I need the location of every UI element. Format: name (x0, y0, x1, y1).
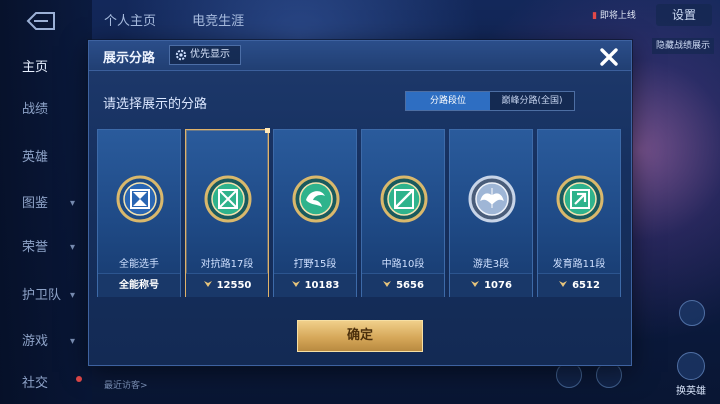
nav-item-guard[interactable]: 护卫队 ▾ (0, 284, 92, 308)
gear-icon (175, 49, 187, 61)
chevron-down-icon: ▾ (70, 198, 76, 209)
badge-label: 即将上线 (599, 11, 636, 21)
hide-record-toggle[interactable]: 隐藏战绩展示 (652, 38, 714, 54)
bottom-controls (556, 362, 636, 392)
chevron-down-icon: ▾ (70, 336, 76, 347)
nav-item-label: 荣誉 (22, 240, 49, 255)
points-icon (203, 281, 212, 287)
nav-item-label: 护卫队 (22, 288, 62, 303)
lane-card-footer: 全能称号 (98, 273, 180, 297)
tab-profile[interactable]: 个人主页 (104, 14, 156, 29)
segment-peak-lane[interactable]: 巅峰分路(全国) (490, 92, 574, 110)
side-action-icon (679, 300, 705, 326)
chevron-down-icon: ▾ (70, 290, 76, 301)
lane-card-name: 对抗路17段 (200, 259, 254, 270)
confirm-button[interactable]: 确定 (297, 320, 423, 352)
points-icon (383, 281, 392, 287)
nav-item-game[interactable]: 游戏 ▾ (0, 330, 92, 354)
mid-lane-emblem-icon (380, 175, 428, 223)
select-lane-prompt: 请选择展示的分路 (103, 97, 208, 112)
priority-display-button[interactable]: 优先显示 (169, 45, 241, 65)
close-icon[interactable] (595, 43, 623, 71)
switch-hero-button[interactable]: 换英雄 (668, 352, 714, 397)
dialog-title: 展示分路 (103, 51, 156, 66)
notification-dot (76, 376, 82, 382)
nav-item-label: 图鉴 (22, 196, 49, 211)
switch-hero-label: 换英雄 (676, 386, 706, 397)
back-arrow-icon[interactable] (20, 10, 60, 32)
lane-card-points: 6512 (572, 280, 600, 291)
dialog-header: 展示分路 优先显示 (89, 41, 631, 71)
points-icon (291, 281, 300, 287)
side-nav: 主页 战绩 英雄 图鉴 ▾ 荣誉 ▾ 护卫队 ▾ 游戏 ▾ 社交 (0, 0, 92, 404)
lane-card-footer: 6512 (538, 273, 620, 297)
side-action[interactable] (678, 300, 706, 336)
nav-item-label: 主页 (22, 60, 49, 75)
lane-card-name: 中路10段 (381, 259, 425, 270)
upcoming-badge: ▮ 即将上线 (592, 11, 636, 21)
lane-card-farm[interactable]: 发育路11段 6512 (537, 129, 621, 297)
lane-card-allround[interactable]: 全能选手 全能称号 (97, 129, 181, 297)
nav-item-atlas[interactable]: 图鉴 ▾ (0, 192, 92, 216)
lane-card-title: 全能称号 (119, 280, 159, 291)
lane-card-clash[interactable]: 对抗路17段 12550 (185, 128, 270, 297)
nav-item-home[interactable]: 主页 (0, 56, 92, 80)
priority-display-label: 优先显示 (190, 49, 230, 60)
top-tabs: 个人主页 电竞生涯 (104, 10, 276, 29)
lane-card-name: 发育路11段 (552, 259, 606, 270)
nav-item-label: 战绩 (22, 102, 49, 117)
points-icon (471, 281, 480, 287)
farm-lane-emblem-icon (556, 175, 604, 223)
nav-item-social[interactable]: 社交 (0, 372, 92, 396)
lane-card-points: 1076 (484, 280, 512, 291)
lane-card-name: 全能选手 (119, 259, 159, 270)
lane-card-roam[interactable]: 游走3段 1076 (449, 129, 533, 297)
points-icon (559, 281, 568, 287)
recent-visitors-link[interactable]: 最近访客> (104, 378, 148, 391)
segment-control: 分路段位 巅峰分路(全国) (405, 91, 575, 111)
nav-item-hero[interactable]: 英雄 (0, 146, 92, 170)
tab-esports[interactable]: 电竞生涯 (192, 14, 244, 29)
lane-card-points: 5656 (396, 280, 424, 291)
nav-item-label: 游戏 (22, 334, 49, 349)
lane-card-footer: 12550 (186, 273, 268, 297)
lane-card-footer: 10183 (274, 273, 356, 297)
lane-card-jungle[interactable]: 打野15段 10183 (273, 129, 357, 297)
settings-button[interactable]: 设置 (656, 4, 712, 26)
nav-item-honor[interactable]: 荣誉 ▾ (0, 236, 92, 260)
roam-emblem-icon (468, 175, 516, 223)
nav-item-label: 英雄 (22, 150, 49, 165)
nav-item-label: 社交 (22, 376, 49, 391)
lane-card-name: 游走3段 (472, 259, 510, 270)
lane-card-mid[interactable]: 中路10段 5656 (361, 129, 445, 297)
segment-lane-rank[interactable]: 分路段位 (406, 92, 490, 110)
chevron-down-icon: ▾ (70, 242, 76, 253)
lane-card-footer: 1076 (450, 273, 532, 297)
lane-card-footer: 5656 (362, 273, 444, 297)
switch-hero-icon (677, 352, 705, 380)
selected-corner-marker (265, 128, 270, 133)
clash-lane-emblem-icon (204, 175, 252, 223)
allround-emblem-icon (116, 175, 164, 223)
lane-card-name: 打野15段 (293, 259, 337, 270)
lane-card-points: 10183 (304, 280, 340, 291)
jungle-emblem-icon (292, 175, 340, 223)
lane-display-dialog: 展示分路 优先显示 请选择展示的分路 分路段位 巅峰分路(全国) 全能选手 全能… (88, 40, 632, 366)
lane-card-points: 12550 (216, 280, 252, 291)
nav-item-record[interactable]: 战绩 (0, 98, 92, 122)
